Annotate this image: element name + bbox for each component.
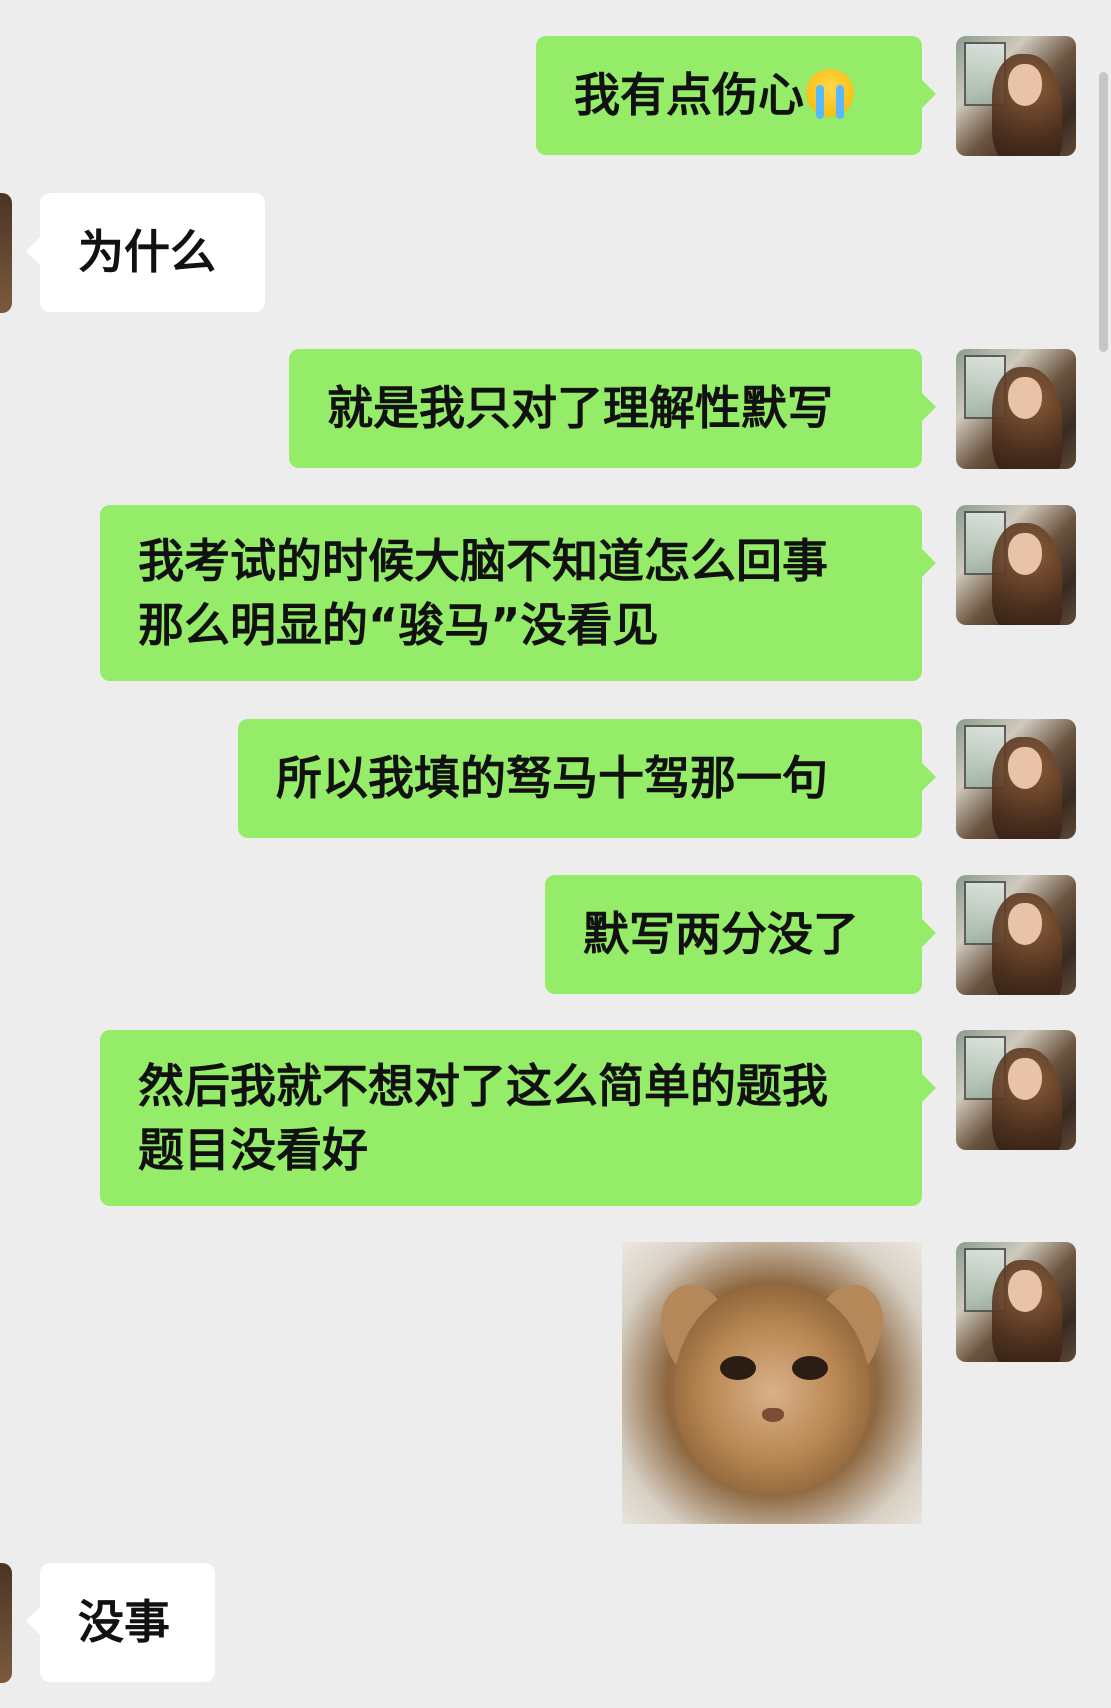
message-bubble[interactable]: 为什么 [26,193,265,312]
sticker-nose [762,1408,784,1422]
message-text-line: 我考试的时候大脑不知道怎么回事 [138,534,828,588]
my-avatar[interactable] [956,349,1076,469]
message-text-line: 然后我就不想对了这么简单的题我 [138,1059,828,1113]
avatar-face [1008,903,1042,945]
avatar-face [1008,64,1042,106]
my-avatar[interactable] [956,505,1076,625]
message-text: 就是我只对了理解性默写 [327,381,833,435]
avatar-face [1008,747,1042,789]
contact-avatar[interactable] [0,1563,12,1683]
my-avatar[interactable] [956,1030,1076,1150]
avatar-face [1008,533,1042,575]
message-bubble[interactable]: 没事 [26,1563,215,1682]
message-text: 所以我填的驽马十驾那一句 [276,751,828,805]
scrollbar[interactable] [1099,72,1108,352]
sticker-eye-right [792,1356,828,1380]
contact-avatar[interactable] [0,193,12,313]
sticker-eye-left [720,1356,756,1380]
message-bubble[interactable]: 我有点伤心 [536,36,936,155]
chat-area: 我有点伤心 为什么 就是我只对了理解性默写 我考试的时候大脑不知道怎么回事 那么… [0,0,1111,1708]
message-text: 默写两分没了 [583,907,859,961]
message-bubble[interactable]: 然后我就不想对了这么简单的题我 题目没看好 [100,1030,936,1206]
my-avatar[interactable] [956,875,1076,995]
message-bubble[interactable]: 就是我只对了理解性默写 [289,349,936,468]
message-text: 为什么 [78,225,216,279]
sticker-head [674,1282,870,1494]
crying-face-icon [806,69,854,119]
message-text: 没事 [78,1595,170,1649]
message-bubble[interactable]: 我考试的时候大脑不知道怎么回事 那么明显的“骏马”没看见 [100,505,936,681]
message-bubble[interactable]: 所以我填的驽马十驾那一句 [238,719,936,838]
message-text-line: 那么明显的“骏马”没看见 [138,598,659,652]
message-text: 我有点伤心 [574,68,804,122]
avatar-face [1008,377,1042,419]
sad-kitten-sticker[interactable] [622,1242,922,1524]
avatar-face [1008,1058,1042,1100]
message-text-line: 题目没看好 [138,1123,368,1177]
my-avatar[interactable] [956,1242,1076,1362]
my-avatar[interactable] [956,719,1076,839]
message-bubble[interactable]: 默写两分没了 [545,875,936,994]
avatar-face [1008,1270,1042,1312]
my-avatar[interactable] [956,36,1076,156]
